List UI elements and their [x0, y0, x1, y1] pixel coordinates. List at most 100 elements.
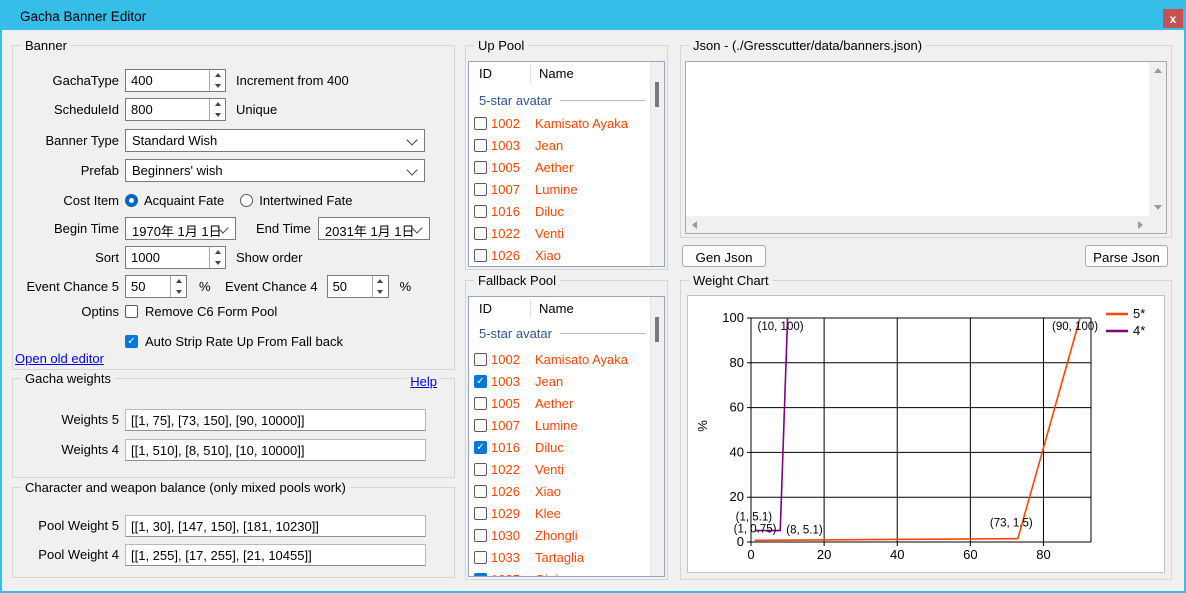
spin-down-button[interactable] — [171, 287, 186, 298]
row-checkbox[interactable]: ✓ — [474, 397, 487, 410]
list-item[interactable]: ✓ 1030 Zhongli — [469, 524, 651, 546]
scroll-down-button[interactable] — [1149, 199, 1166, 216]
spin-up-button[interactable] — [373, 276, 388, 287]
radio-intertwined-fate[interactable] — [240, 194, 253, 207]
spin-down-button[interactable] — [210, 81, 225, 92]
list-item[interactable]: ✓ 1003 Jean — [469, 134, 651, 156]
open-old-editor-link[interactable]: Open old editor — [15, 351, 104, 366]
list-item[interactable]: ✓ 1016 Diluc — [469, 436, 651, 458]
row-checkbox[interactable]: ✓ — [474, 419, 487, 432]
row-checkbox[interactable]: ✓ — [474, 353, 487, 366]
help-link[interactable]: Help — [407, 374, 440, 389]
id-column-header[interactable]: ID — [479, 66, 492, 81]
event-chance-4-value[interactable]: 50 — [328, 276, 372, 297]
row-checkbox[interactable]: ✓ — [474, 463, 487, 476]
spin-down-button[interactable] — [210, 258, 225, 269]
row-checkbox[interactable]: ✓ — [474, 441, 487, 454]
gen-json-button[interactable]: Gen Json — [682, 245, 766, 267]
titlebar[interactable]: Gacha Banner Editor x — [2, 2, 1184, 30]
row-checkbox[interactable]: ✓ — [474, 227, 487, 240]
weights4-input[interactable]: [[1, 510], [8, 510], [10, 10000]] — [125, 439, 426, 461]
weights5-input[interactable]: [[1, 75], [73, 150], [90, 10000]] — [125, 409, 426, 431]
event-chance-4-input[interactable]: 50 — [327, 275, 389, 298]
list-item[interactable]: ✓ 1002 Kamisato Ayaka — [469, 348, 651, 370]
svg-text:80: 80 — [730, 355, 744, 370]
list-item[interactable]: ✓ 1007 Lumine — [469, 178, 651, 200]
gachatype-value[interactable]: 400 — [126, 70, 209, 91]
scheduleid-input[interactable]: 800 — [125, 98, 226, 121]
pool-weight4-row: Pool Weight 4 [[1, 255], [17, 255], [21,… — [23, 543, 444, 566]
row-checkbox[interactable]: ✓ — [474, 205, 487, 218]
begin-time-picker[interactable]: 1970年 1月 1日 — [125, 217, 236, 240]
scrollbar-thumb[interactable] — [655, 317, 659, 342]
up-pool-header: ID Name — [469, 62, 651, 85]
scrollbar-thumb[interactable] — [655, 82, 659, 107]
end-time-picker[interactable]: 2031年 1月 1日 — [318, 217, 430, 240]
row-checkbox[interactable]: ✓ — [474, 551, 487, 564]
row-checkbox[interactable]: ✓ — [474, 161, 487, 174]
column-separator — [530, 299, 531, 318]
svg-text:(10, 100): (10, 100) — [758, 321, 804, 333]
spin-up-button[interactable] — [210, 99, 225, 110]
up-pool-scrollbar[interactable] — [650, 62, 664, 266]
auto-strip-checkbox[interactable]: ✓ — [125, 335, 138, 348]
event-chance-5-input[interactable]: 50 — [125, 275, 187, 298]
list-item[interactable]: ✓ 1035 Qiqi — [469, 568, 651, 577]
row-checkbox[interactable]: ✓ — [474, 529, 487, 542]
banner-type-select[interactable]: Standard Wish — [125, 129, 425, 152]
prefab-select[interactable]: Beginners' wish — [125, 159, 425, 182]
radio-acquaint-fate[interactable] — [125, 194, 138, 207]
scheduleid-value[interactable]: 800 — [126, 99, 209, 120]
pool-weight4-input[interactable]: [[1, 255], [17, 255], [21, 10455]] — [125, 544, 426, 566]
spin-down-button[interactable] — [373, 287, 388, 298]
radio-acquaint-fate-label[interactable]: Acquaint Fate — [144, 193, 224, 208]
row-checkbox[interactable]: ✓ — [474, 183, 487, 196]
list-item[interactable]: ✓ 1005 Aether — [469, 392, 651, 414]
list-item[interactable]: ✓ 1022 Venti — [469, 222, 651, 244]
row-checkbox[interactable]: ✓ — [474, 573, 487, 578]
radio-intertwined-fate-label[interactable]: Intertwined Fate — [259, 193, 352, 208]
list-item[interactable]: ✓ 1016 Diluc — [469, 200, 651, 222]
auto-strip-label[interactable]: Auto Strip Rate Up From Fall back — [145, 334, 343, 349]
json-horizontal-scrollbar[interactable] — [686, 216, 1149, 233]
parse-json-button[interactable]: Parse Json — [1085, 245, 1168, 267]
row-checkbox[interactable]: ✓ — [474, 249, 487, 262]
row-checkbox[interactable]: ✓ — [474, 139, 487, 152]
json-vertical-scrollbar[interactable] — [1149, 62, 1166, 216]
event-chance-5-value[interactable]: 50 — [126, 276, 170, 297]
list-item[interactable]: ✓ 1033 Tartaglia — [469, 546, 651, 568]
spin-up-button[interactable] — [171, 276, 186, 287]
sort-value[interactable]: 1000 — [126, 247, 209, 268]
row-name: Aether — [535, 160, 651, 175]
name-column-header[interactable]: Name — [539, 66, 574, 81]
scroll-left-button[interactable] — [686, 216, 703, 233]
id-column-header[interactable]: ID — [479, 301, 492, 316]
remove-c6-checkbox[interactable]: ✓ — [125, 305, 138, 318]
pool-weight5-input[interactable]: [[1, 30], [147, 150], [181, 10230]] — [125, 515, 426, 537]
spin-up-button[interactable] — [210, 247, 225, 258]
row-checkbox[interactable]: ✓ — [474, 507, 487, 520]
row-checkbox[interactable]: ✓ — [474, 375, 487, 388]
fallback-pool-scrollbar[interactable] — [650, 297, 664, 576]
list-item[interactable]: ✓ 1029 Klee — [469, 502, 651, 524]
gachatype-row: GachaType 400 Increment from 400 — [23, 69, 444, 92]
json-textarea[interactable] — [685, 61, 1167, 234]
list-item[interactable]: ✓ 1022 Venti — [469, 458, 651, 480]
scroll-up-button[interactable] — [1149, 62, 1166, 79]
row-checkbox[interactable]: ✓ — [474, 485, 487, 498]
list-item[interactable]: ✓ 1026 Xiao — [469, 480, 651, 502]
list-item[interactable]: ✓ 1007 Lumine — [469, 414, 651, 436]
remove-c6-label[interactable]: Remove C6 Form Pool — [145, 304, 277, 319]
list-item[interactable]: ✓ 1005 Aether — [469, 156, 651, 178]
name-column-header[interactable]: Name — [539, 301, 574, 316]
spin-up-button[interactable] — [210, 70, 225, 81]
gachatype-input[interactable]: 400 — [125, 69, 226, 92]
list-item[interactable]: ✓ 1026 Xiao — [469, 244, 651, 266]
list-item[interactable]: ✓ 1002 Kamisato Ayaka — [469, 112, 651, 134]
list-item[interactable]: ✓ 1003 Jean — [469, 370, 651, 392]
close-button[interactable]: x — [1163, 9, 1183, 28]
row-checkbox[interactable]: ✓ — [474, 117, 487, 130]
scroll-right-button[interactable] — [1132, 216, 1149, 233]
sort-input[interactable]: 1000 — [125, 246, 226, 269]
spin-down-button[interactable] — [210, 110, 225, 121]
